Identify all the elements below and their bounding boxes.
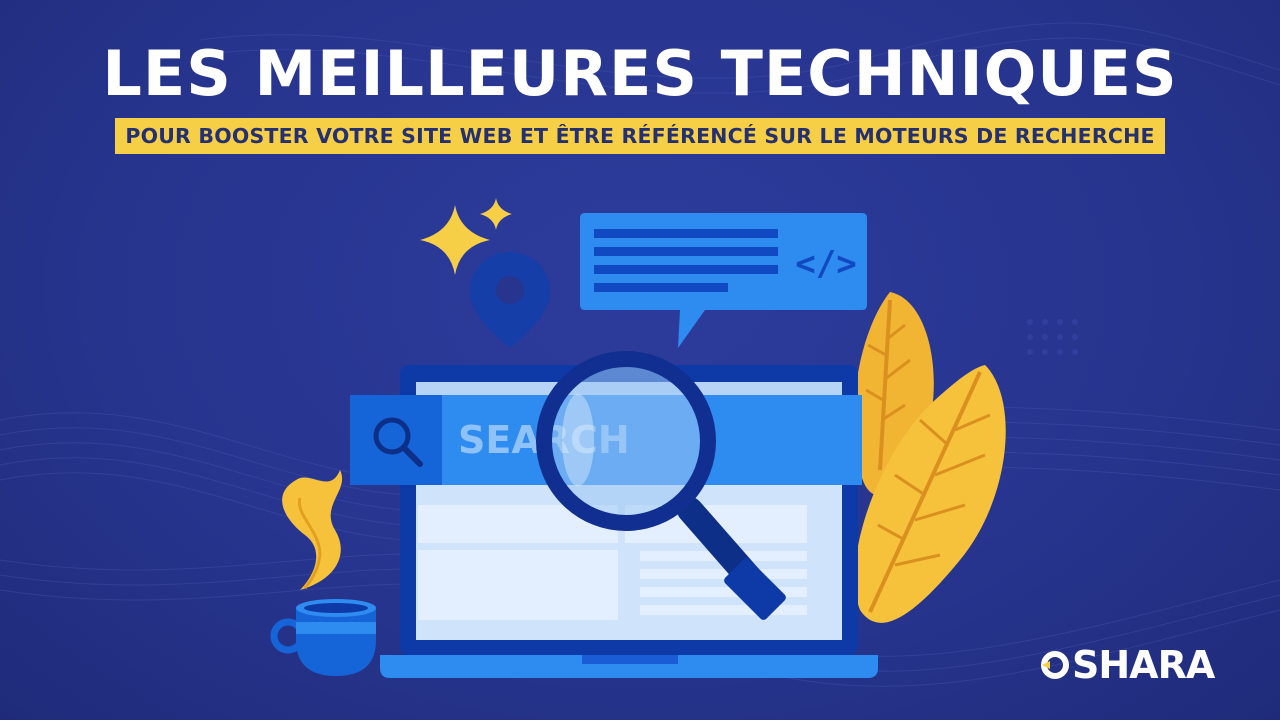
coffee-cup-icon — [270, 470, 376, 676]
code-bubble-icon: </> — [580, 213, 867, 348]
location-pin-icon — [470, 252, 550, 348]
code-tag-text: </> — [795, 244, 856, 284]
seo-illustration: </> SEARCH — [270, 198, 1006, 678]
brand-logo-text: SHARA — [1072, 643, 1215, 687]
leaf-icon — [854, 292, 1006, 623]
logo-o-mark-icon — [1041, 651, 1069, 679]
brand-logo: SHARA — [1040, 640, 1215, 690]
